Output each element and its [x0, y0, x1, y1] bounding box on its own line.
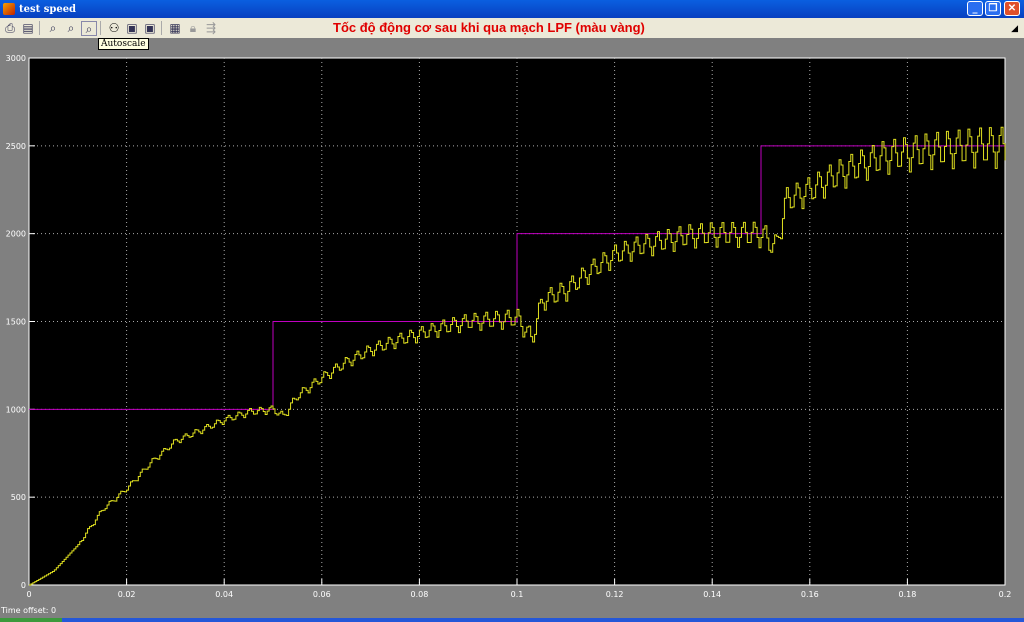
- y-tick-label: 0: [21, 581, 26, 590]
- x-tick-label: 0.06: [313, 590, 331, 599]
- x-tick-label: 0.12: [606, 590, 624, 599]
- title-bar: test speed _ ❐ ✕: [0, 0, 1024, 18]
- lock-icon[interactable]: 🔒︎: [185, 21, 201, 36]
- y-tick-label: 2000: [6, 230, 26, 239]
- separator: [161, 21, 162, 35]
- zoom-y-icon[interactable]: ⌕: [81, 20, 97, 36]
- zoom-x-icon[interactable]: ⌕: [63, 21, 79, 36]
- separator: [100, 21, 101, 35]
- start-button[interactable]: [0, 618, 62, 622]
- minimize-button[interactable]: _: [967, 1, 983, 16]
- x-tick-label: 0.02: [118, 590, 136, 599]
- parameters-icon[interactable]: ▤: [20, 21, 36, 36]
- y-tick-label: 500: [11, 493, 26, 502]
- zoom-icon[interactable]: ⌕: [45, 21, 61, 36]
- restore-button[interactable]: ❐: [985, 1, 1001, 16]
- x-tick-label: 0.04: [215, 590, 233, 599]
- separator: [39, 21, 40, 35]
- matlab-icon: [3, 3, 15, 15]
- time-offset: Time offset: 0: [1, 606, 56, 615]
- save-axes-icon[interactable]: ▣: [124, 21, 140, 36]
- close-button[interactable]: ✕: [1004, 1, 1020, 16]
- x-tick-label: 0.16: [801, 590, 819, 599]
- time-offset-value: 0: [51, 606, 57, 615]
- scope-plot[interactable]: 0 0.02 0.04 0.06 0.08 0.1 0.12 0.14 0.16 0.18 0.2 0…: [0, 40, 1024, 606]
- annotation-heading: Tốc độ động cơ sau khi qua mạch LPF (màu…: [333, 20, 645, 35]
- floating-scope-icon[interactable]: ▦: [167, 21, 183, 36]
- y-tick-label: 2500: [6, 142, 26, 151]
- y-tick-label: 3000: [6, 54, 26, 63]
- print-icon[interactable]: ⎙: [2, 21, 18, 36]
- window-title: test speed: [19, 3, 77, 15]
- autoscale-icon[interactable]: ⚇: [106, 21, 122, 36]
- taskbar: [0, 618, 1024, 622]
- restore-axes-icon[interactable]: ▣: [142, 21, 158, 36]
- x-tick-label: 0.14: [703, 590, 721, 599]
- x-tick-label: 0.18: [898, 590, 916, 599]
- x-tick-label: 0: [26, 590, 31, 599]
- signal-selection-icon[interactable]: ⇶: [203, 21, 219, 36]
- y-tick-label: 1500: [6, 318, 26, 327]
- x-tick-label: 0.2: [999, 590, 1012, 599]
- y-tick-label: 1000: [6, 405, 26, 414]
- x-tick-label: 0.08: [410, 590, 428, 599]
- resize-arrow-icon[interactable]: ◢: [1011, 24, 1018, 34]
- time-offset-label: Time offset:: [1, 606, 49, 615]
- x-tick-label: 0.1: [511, 590, 524, 599]
